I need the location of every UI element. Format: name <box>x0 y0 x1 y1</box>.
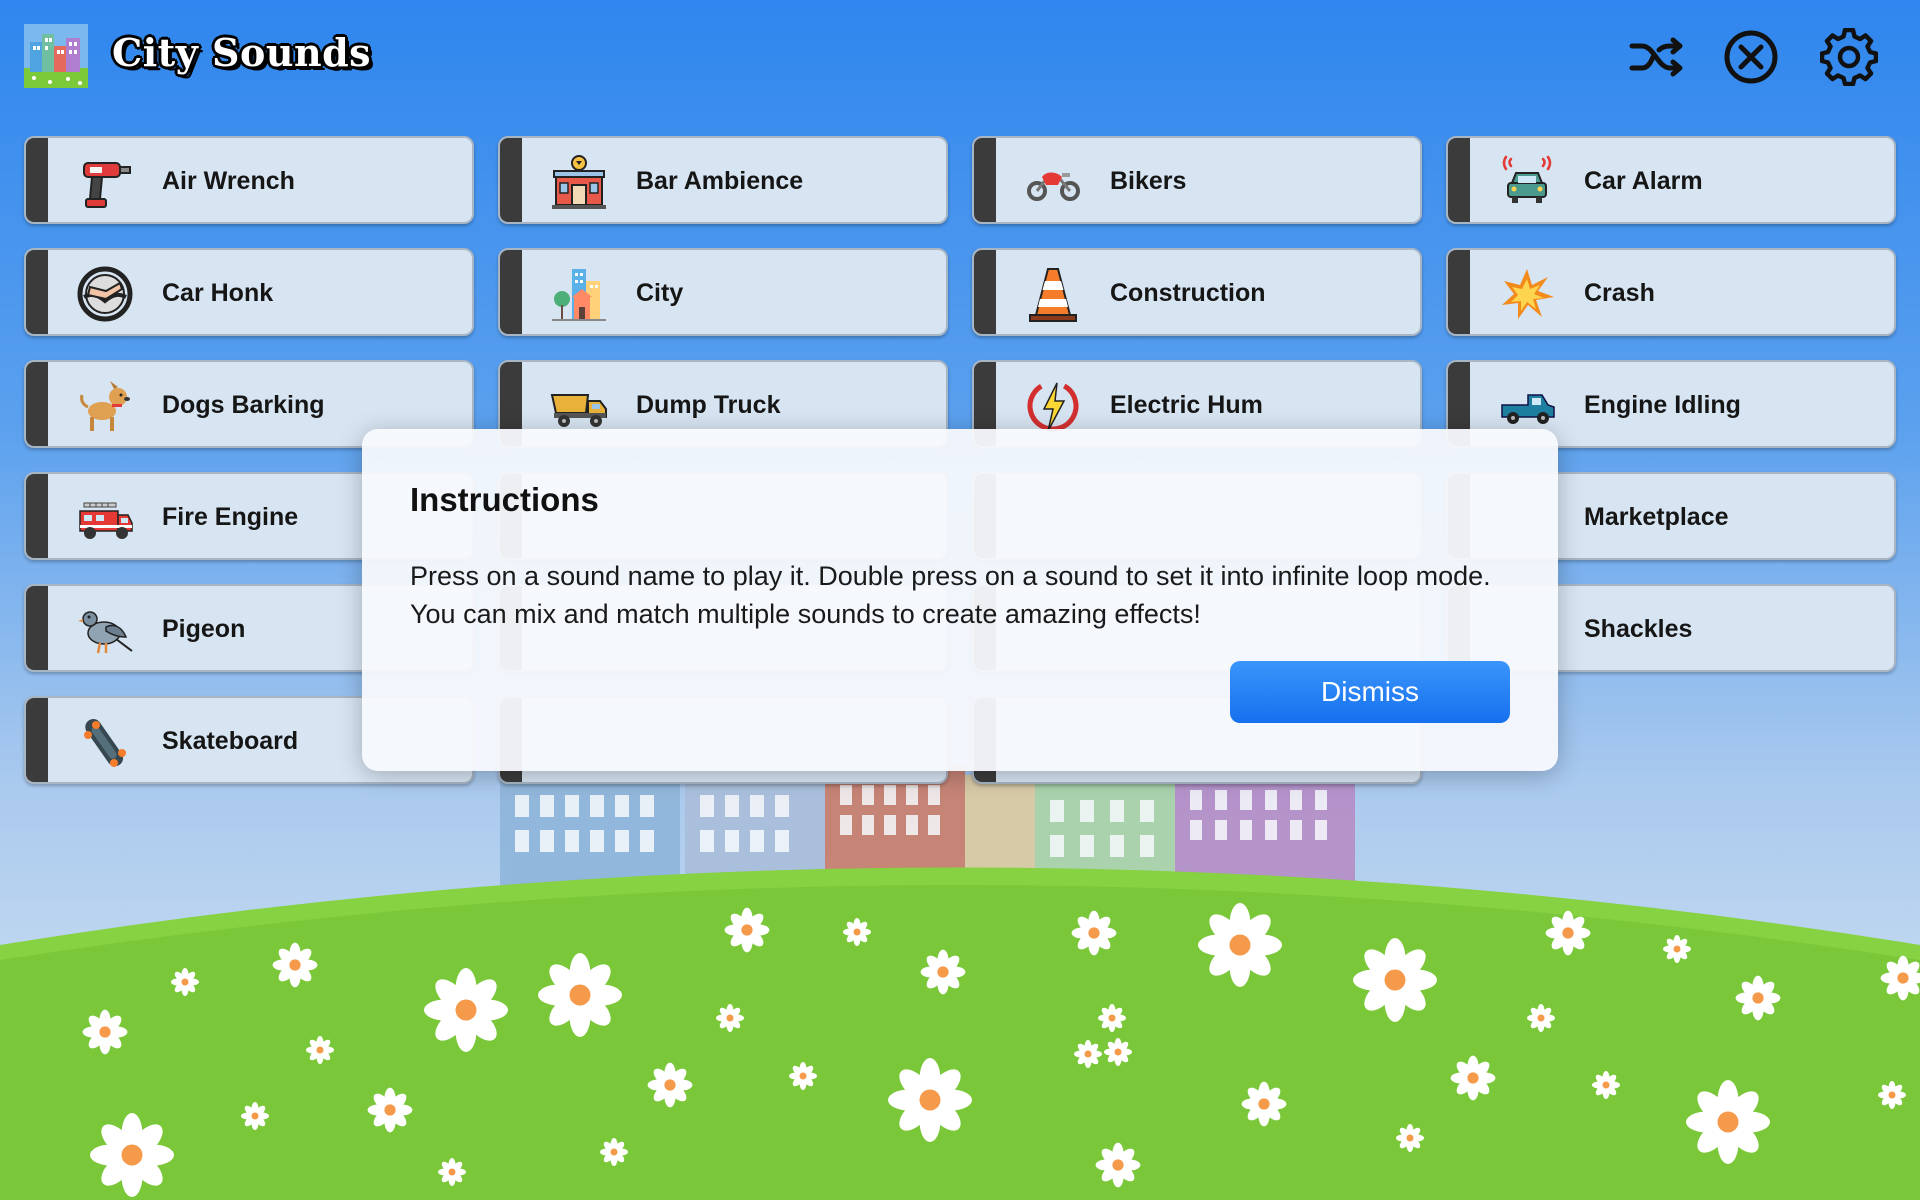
city-skyline <box>500 765 1355 900</box>
sound-button-crash[interactable]: Crash <box>1446 248 1896 336</box>
button-stripe <box>500 138 522 222</box>
sound-label: Construction <box>1110 279 1266 307</box>
sound-button-construction[interactable]: Construction <box>972 248 1422 336</box>
sound-label: Crash <box>1584 279 1655 307</box>
button-stripe <box>500 250 522 334</box>
gear-icon <box>1819 27 1879 87</box>
sound-label: Marketplace <box>1584 503 1729 531</box>
city-buildings-icon <box>550 265 608 323</box>
sound-label: Car Honk <box>162 279 274 307</box>
app-title: City Sounds <box>112 30 372 75</box>
explosion-icon <box>1498 265 1556 323</box>
city-logo-icon <box>24 24 88 88</box>
pigeon-icon <box>76 601 134 659</box>
sound-button-bar-ambience[interactable]: Bar Ambience <box>498 136 948 224</box>
button-stripe <box>1448 138 1470 222</box>
sound-button-bikers[interactable]: Bikers <box>972 136 1422 224</box>
sound-label: Fire Engine <box>162 503 299 531</box>
button-stripe <box>26 138 48 222</box>
button-stripe <box>26 698 48 782</box>
car-alarm-icon <box>1498 153 1556 211</box>
dismiss-button[interactable]: Dismiss <box>1230 661 1510 723</box>
daisy-flowers <box>82 903 1920 1197</box>
dialog-title: Instructions <box>410 481 599 518</box>
traffic-cone-icon <box>1024 265 1082 323</box>
pickup-truck-icon <box>1498 377 1556 435</box>
sound-button-car-alarm[interactable]: Car Alarm <box>1446 136 1896 224</box>
dialog-message: Press on a sound name to play it. Double… <box>410 561 1491 629</box>
button-stripe <box>26 586 48 670</box>
button-stripe <box>1448 250 1470 334</box>
sound-label: Engine Idling <box>1584 391 1741 419</box>
settings-button[interactable] <box>1819 27 1879 87</box>
stop-all-button[interactable] <box>1722 28 1780 86</box>
steering-wheel-icon <box>76 265 134 323</box>
button-stripe <box>26 474 48 558</box>
button-stripe <box>26 250 48 334</box>
fire-truck-icon <box>76 489 134 547</box>
sound-button-car-honk[interactable]: Car Honk <box>24 248 474 336</box>
instructions-dialog: Instructions Press on a sound name to pl… <box>362 429 1558 771</box>
grass-hill <box>0 867 1920 1200</box>
sound-label: Bar Ambience <box>636 167 804 195</box>
sound-label: Dogs Barking <box>162 391 325 419</box>
drill-icon <box>76 153 134 211</box>
sound-label: City <box>636 279 684 307</box>
bar-building-icon <box>550 153 608 211</box>
shuffle-icon <box>1629 37 1683 77</box>
sound-label: Shackles <box>1584 615 1693 643</box>
sound-label: Pigeon <box>162 615 246 643</box>
sound-button-city[interactable]: City <box>498 248 948 336</box>
sound-label: Air Wrench <box>162 167 295 195</box>
dump-truck-icon <box>550 377 608 435</box>
shuffle-button[interactable] <box>1628 28 1686 86</box>
motorcycle-icon <box>1024 153 1082 211</box>
button-stripe <box>26 362 48 446</box>
sound-label: Skateboard <box>162 727 299 755</box>
sound-label: Car Alarm <box>1584 167 1703 195</box>
dog-icon <box>76 377 134 435</box>
button-stripe <box>974 138 996 222</box>
skateboard-icon <box>76 713 134 771</box>
button-stripe <box>974 250 996 334</box>
lightning-icon <box>1024 377 1082 435</box>
sound-label: Bikers <box>1110 167 1187 195</box>
close-circle-icon <box>1724 30 1778 84</box>
sound-button-air-wrench[interactable]: Air Wrench <box>24 136 474 224</box>
app-header: City Sounds <box>0 0 1920 112</box>
